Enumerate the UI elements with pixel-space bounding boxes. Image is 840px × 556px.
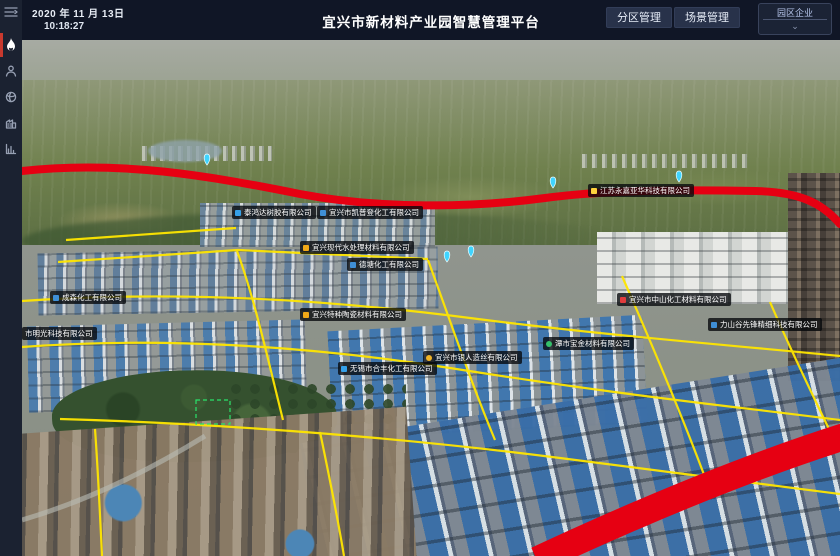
company-name: 市明光科技有限公司 bbox=[25, 328, 93, 339]
sidebar-item-statistics[interactable] bbox=[0, 136, 22, 162]
company-label[interactable]: 泰鸿达树胶有限公司 bbox=[232, 206, 316, 219]
chevron-down-icon: ⌄ bbox=[759, 21, 831, 31]
left-sidebar bbox=[0, 0, 22, 556]
company-name: 泰鸿达树胶有限公司 bbox=[244, 207, 312, 218]
company-marker-icon bbox=[350, 262, 356, 268]
company-name: 宜兴特种陶瓷材料有限公司 bbox=[312, 309, 402, 320]
company-label[interactable]: 宜兴市银人造丝有限公司 bbox=[423, 351, 522, 364]
company-name: 潭市宝金材料有限公司 bbox=[555, 338, 630, 349]
company-label[interactable]: 宜兴市凯普登化工有限公司 bbox=[317, 206, 423, 219]
park-enterprise-dropdown[interactable]: 园区企业 ⌄ bbox=[758, 3, 832, 35]
factory-cluster-mid bbox=[37, 247, 438, 316]
app-root: 泰鸿达树胶有限公司 宜兴市凯普登化工有限公司 宜兴现代水处理材料有限公司 德塘化… bbox=[0, 0, 840, 556]
company-name: 力山谷先锋精细科技有限公司 bbox=[720, 319, 818, 330]
company-marker-icon bbox=[711, 322, 717, 328]
company-name: 江苏永嘉亚华科技有限公司 bbox=[600, 185, 690, 196]
company-label[interactable]: 潭市宝金材料有限公司 bbox=[543, 337, 634, 350]
company-label[interactable]: 成森化工有限公司 bbox=[50, 291, 126, 304]
company-marker-icon bbox=[320, 210, 326, 216]
pond bbox=[148, 140, 222, 162]
sidebar-item-fire-monitor[interactable] bbox=[0, 32, 22, 58]
sidebar-item-enterprises[interactable] bbox=[0, 110, 22, 136]
company-name: 宜兴市凯普登化工有限公司 bbox=[329, 207, 419, 218]
company-name: 德塘化工有限公司 bbox=[359, 259, 419, 270]
company-marker-icon bbox=[341, 366, 347, 372]
dropdown-divider bbox=[763, 19, 827, 20]
dropdown-label: 园区企业 bbox=[759, 6, 831, 19]
globe-icon bbox=[5, 91, 17, 103]
company-label[interactable]: 无锡市合丰化工有限公司 bbox=[338, 362, 437, 375]
company-label[interactable]: 宜兴现代水处理材料有限公司 bbox=[300, 241, 414, 254]
company-label[interactable]: 力山谷先锋精细科技有限公司 bbox=[708, 318, 822, 331]
company-label[interactable]: 宜兴市中山化工材料有限公司 bbox=[617, 293, 731, 306]
company-marker-icon bbox=[426, 355, 432, 361]
sidebar-item-personnel[interactable] bbox=[0, 58, 22, 84]
company-marker-icon bbox=[591, 188, 597, 194]
distant-buildings bbox=[582, 154, 752, 168]
company-name: 宜兴市中山化工材料有限公司 bbox=[629, 294, 727, 305]
company-marker-icon bbox=[303, 245, 309, 251]
company-label[interactable]: 德塘化工有限公司 bbox=[347, 258, 423, 271]
company-marker-icon bbox=[53, 295, 59, 301]
factory-icon bbox=[5, 117, 17, 129]
company-marker-icon bbox=[303, 312, 309, 318]
bar-chart-icon bbox=[5, 143, 17, 155]
company-name: 无锡市合丰化工有限公司 bbox=[350, 363, 433, 374]
company-name: 宜兴现代水处理材料有限公司 bbox=[312, 242, 410, 253]
company-marker-icon bbox=[620, 297, 626, 303]
company-label[interactable]: 市明光科技有限公司 bbox=[22, 327, 97, 340]
company-name: 宜兴市银人造丝有限公司 bbox=[435, 352, 518, 363]
company-name: 成森化工有限公司 bbox=[62, 292, 122, 303]
zone-management-button[interactable]: 分区管理 bbox=[606, 7, 672, 28]
sidebar-item-globe[interactable] bbox=[0, 84, 22, 110]
hamburger-menu-icon bbox=[4, 6, 18, 18]
sidebar-menu-toggle[interactable] bbox=[0, 0, 22, 24]
flame-icon bbox=[5, 38, 17, 52]
person-icon bbox=[5, 65, 17, 77]
company-label[interactable]: 江苏永嘉亚华科技有限公司 bbox=[588, 184, 694, 197]
company-label[interactable]: 宜兴特种陶瓷材料有限公司 bbox=[300, 308, 406, 321]
highrise-block bbox=[788, 173, 840, 381]
top-header: 2020 年 11 月 13日 10:18:27 宜兴市新材料产业园智慧管理平台… bbox=[22, 0, 840, 40]
company-marker-icon bbox=[546, 341, 552, 347]
factory-cluster-southwest bbox=[22, 407, 419, 556]
company-marker-icon bbox=[235, 210, 241, 216]
scene-management-button[interactable]: 场景管理 bbox=[674, 7, 740, 28]
